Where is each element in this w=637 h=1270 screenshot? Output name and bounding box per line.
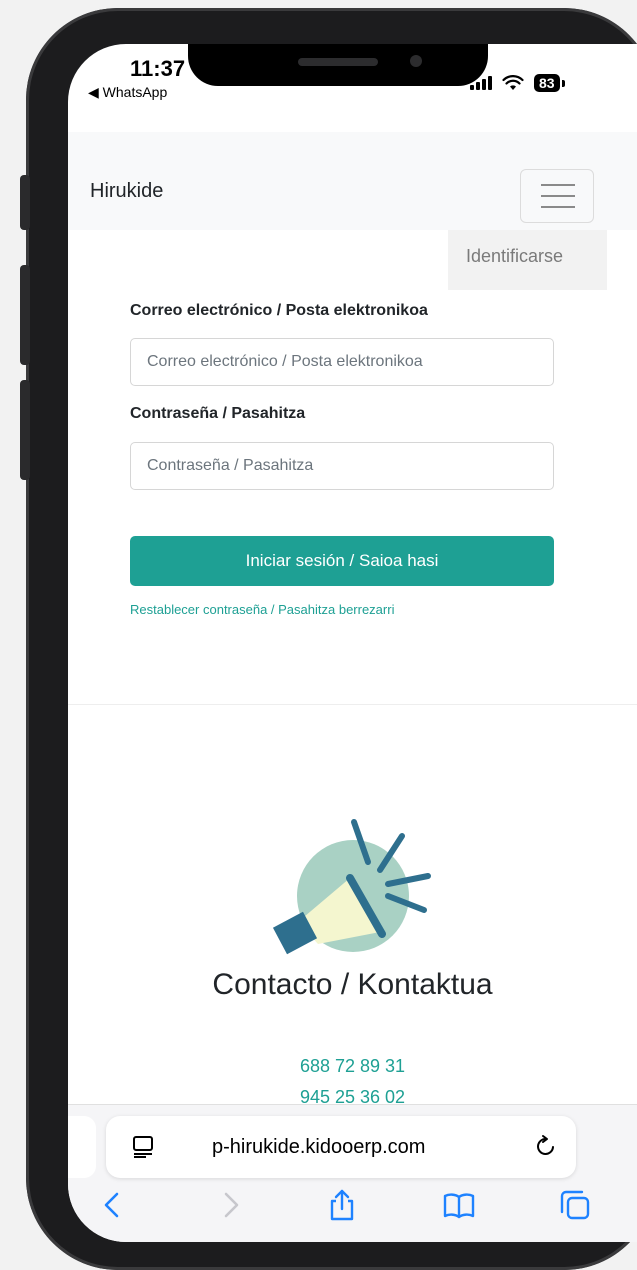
url-text[interactable]: p-hirukide.kidooerp.com bbox=[212, 1136, 425, 1159]
volume-down-button bbox=[20, 380, 30, 480]
volume-up-button bbox=[20, 265, 30, 365]
hamburger-icon bbox=[541, 184, 575, 186]
wifi-icon bbox=[502, 75, 524, 90]
status-indicators: 83 bbox=[470, 74, 565, 92]
reset-password-link[interactable]: Restablecer contraseña / Pasahitza berre… bbox=[130, 602, 394, 617]
front-camera bbox=[410, 55, 422, 67]
address-bar[interactable]: p-hirukide.kidooerp.com bbox=[106, 1116, 576, 1178]
navbar: Hirukide bbox=[68, 132, 637, 230]
email-label: Correo electrónico / Posta elektronikoa bbox=[130, 302, 428, 319]
share-icon[interactable] bbox=[325, 1188, 359, 1222]
contact-phone-1[interactable]: 688 72 89 31 bbox=[68, 1056, 637, 1077]
section-divider bbox=[68, 704, 637, 705]
bookmarks-icon[interactable] bbox=[442, 1188, 476, 1222]
login-button[interactable]: Iniciar sesión / Saioa hasi bbox=[130, 536, 554, 586]
screen: 11:37 ◀ WhatsApp 83 Hirukide Identificar… bbox=[68, 44, 637, 1242]
password-field[interactable] bbox=[130, 442, 554, 490]
tabs-icon[interactable] bbox=[558, 1188, 592, 1222]
reload-icon[interactable] bbox=[534, 1134, 558, 1158]
back-to-app-link[interactable]: ◀ WhatsApp bbox=[88, 84, 167, 101]
previous-tab-peek[interactable] bbox=[68, 1116, 96, 1178]
megaphone-icon bbox=[272, 819, 431, 955]
nav-item-login[interactable]: Identificarse bbox=[466, 246, 563, 267]
menu-toggle-button[interactable] bbox=[520, 169, 594, 223]
reader-mode-icon[interactable] bbox=[132, 1136, 154, 1158]
notch bbox=[188, 44, 488, 86]
email-field[interactable] bbox=[130, 338, 554, 386]
login-form: Correo electrónico / Posta elektronikoa … bbox=[130, 302, 554, 619]
contact-title: Contacto / Kontaktua bbox=[212, 968, 493, 1001]
mute-switch bbox=[20, 175, 30, 230]
battery-icon: 83 bbox=[534, 74, 565, 92]
earpiece-speaker bbox=[298, 58, 378, 66]
forward-arrow-icon[interactable] bbox=[213, 1188, 247, 1222]
back-arrow-icon[interactable] bbox=[96, 1188, 130, 1222]
password-label: Contraseña / Pasahitza bbox=[130, 405, 306, 422]
status-time: 11:37 bbox=[130, 56, 186, 81]
navbar-brand[interactable]: Hirukide bbox=[90, 180, 163, 203]
